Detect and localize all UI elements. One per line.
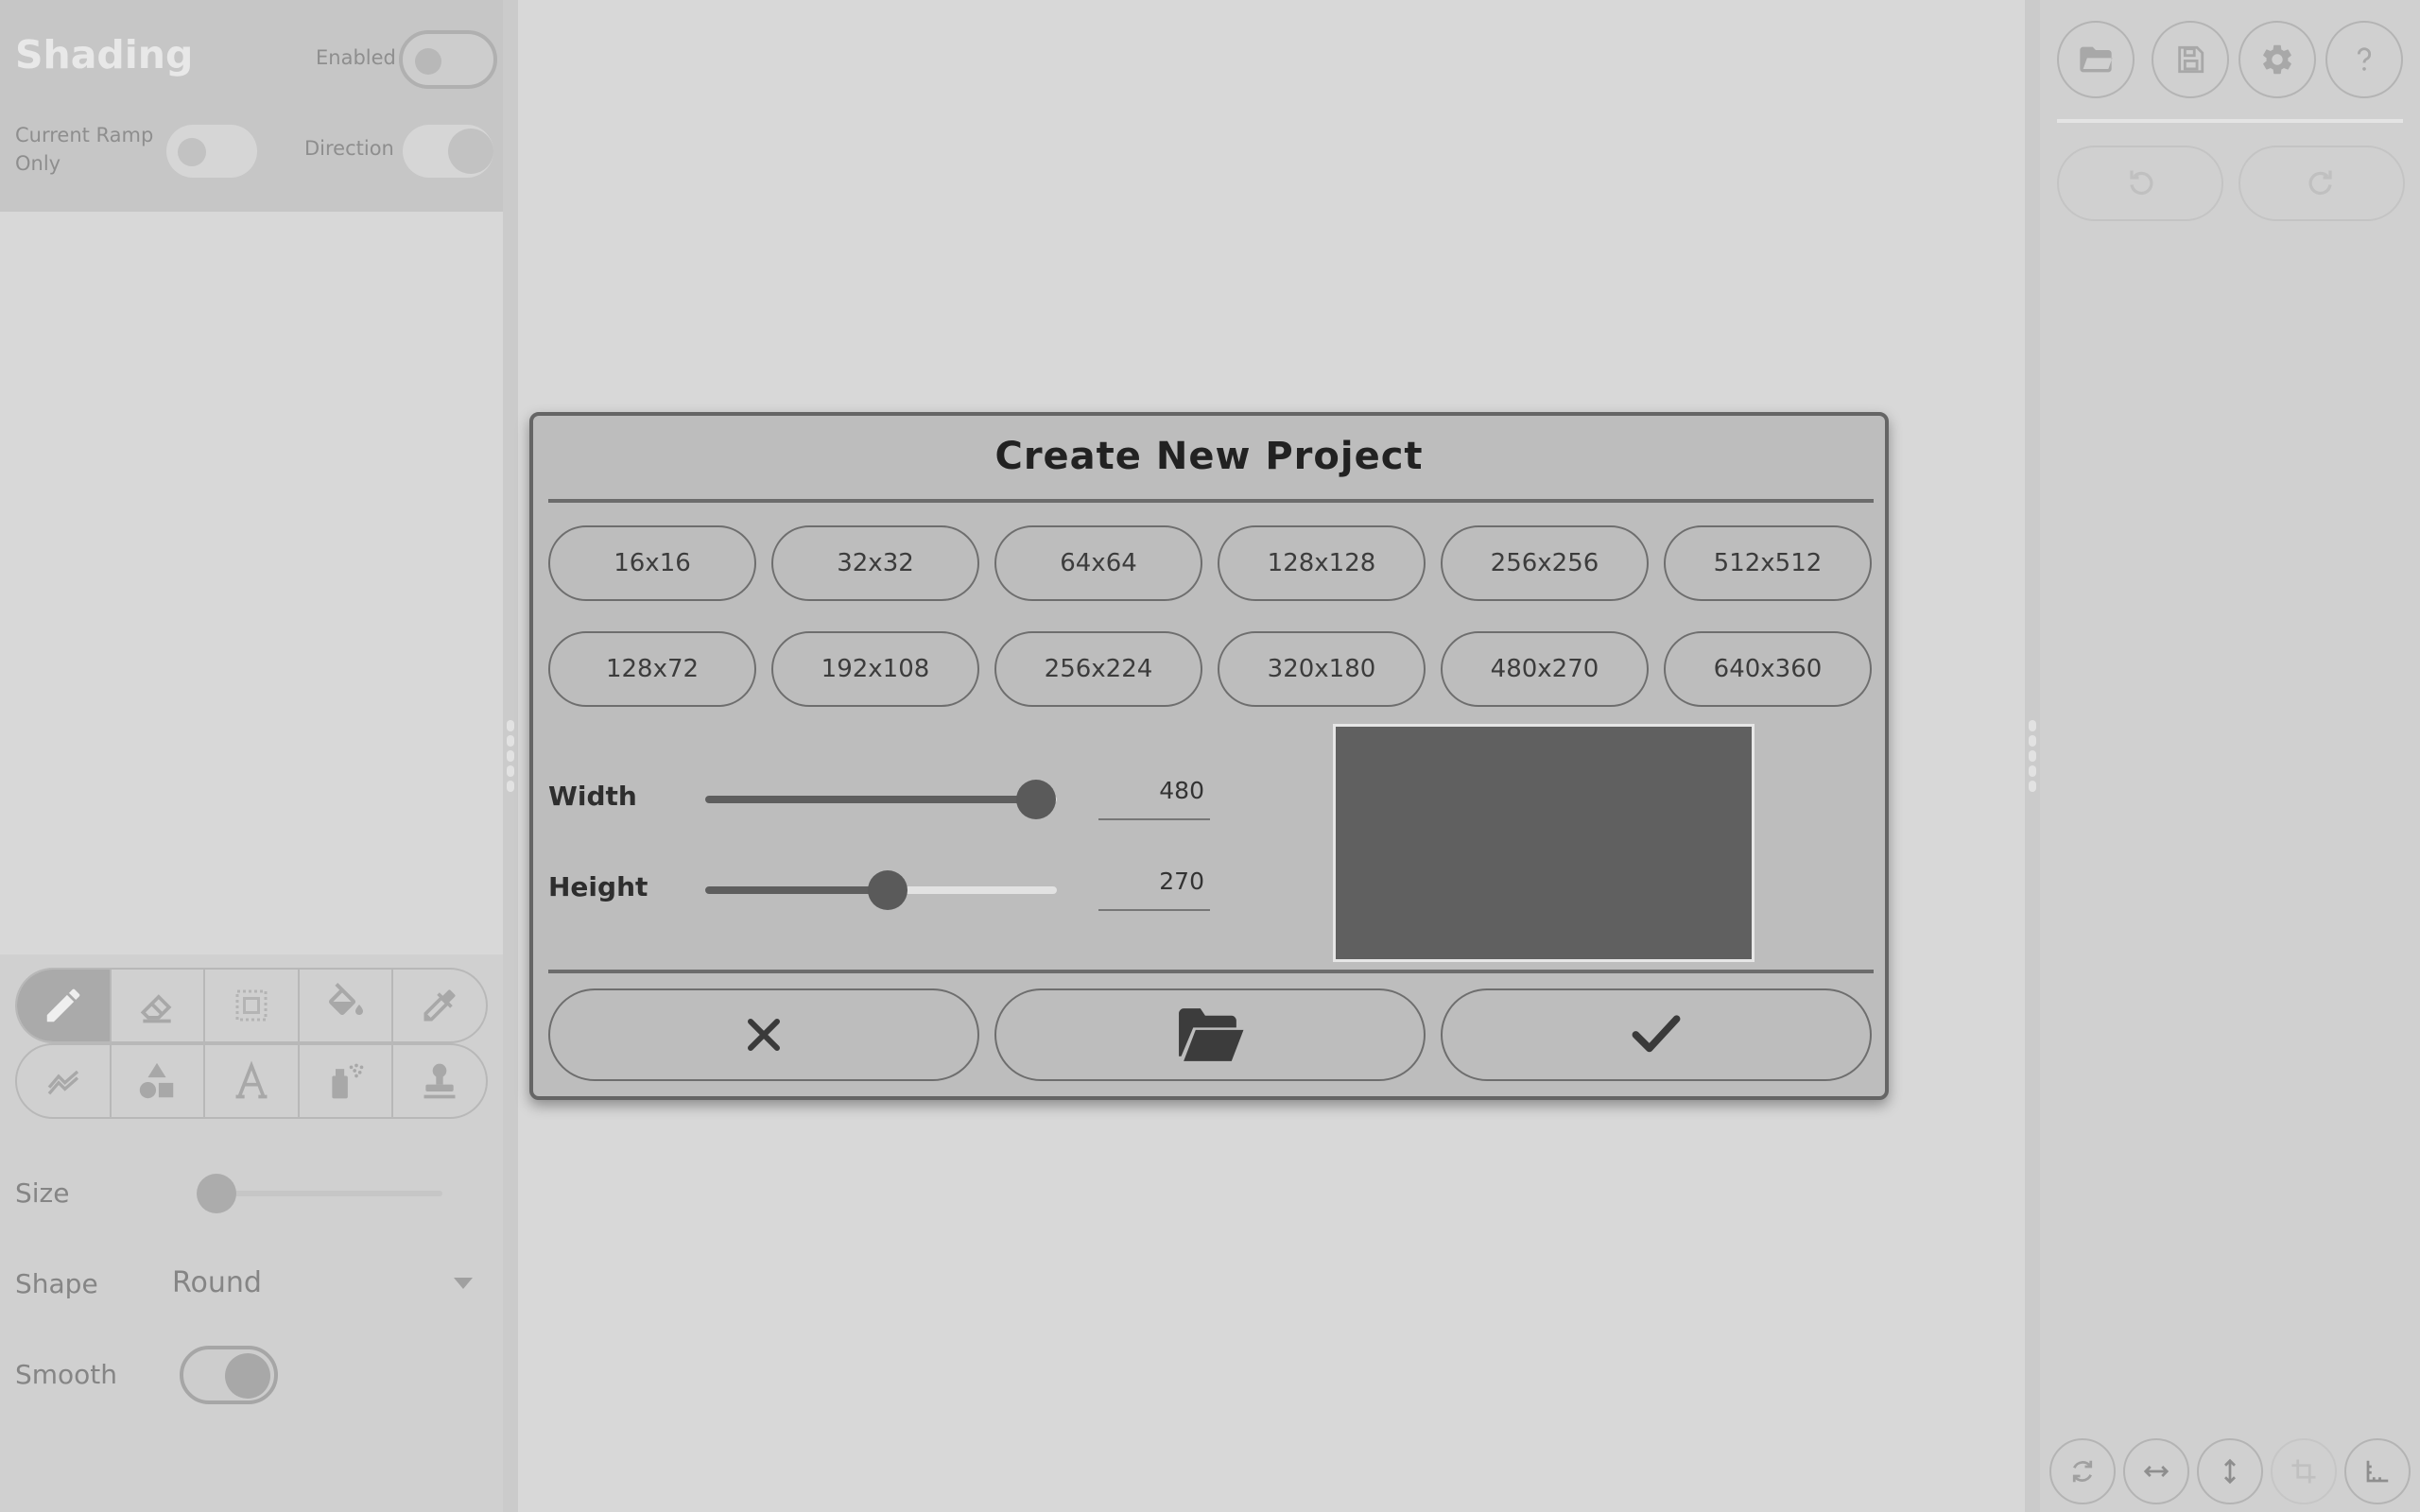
rotate-icon (2072, 1460, 2093, 1483)
save-icon (2178, 45, 2204, 74)
right-panel (2025, 0, 2420, 1512)
stamp-tool[interactable] (393, 1045, 486, 1117)
width-slider-knob[interactable] (1015, 780, 1056, 819)
open-file-button[interactable] (994, 988, 1426, 1081)
cancel-button[interactable] (548, 988, 979, 1081)
right-panel-divider (2057, 119, 2403, 123)
preset-256x224[interactable]: 256x224 (994, 631, 1202, 707)
rotate-button[interactable] (2049, 1438, 2116, 1504)
preset-128x72[interactable]: 128x72 (548, 631, 756, 707)
preset-16x16[interactable]: 16x16 (548, 525, 756, 601)
size-slider-track[interactable] (216, 1191, 442, 1196)
text-tool[interactable] (205, 1045, 300, 1117)
crop-icon (2291, 1459, 2316, 1484)
ruler-icon (2366, 1460, 2389, 1483)
shape-dropdown[interactable]: Round (172, 1266, 262, 1299)
tool-row-2 (15, 1043, 488, 1119)
direction-label: Direction (304, 137, 394, 160)
preset-192x108[interactable]: 192x108 (771, 631, 979, 707)
shape-label: Shape (15, 1268, 98, 1299)
layers-area (0, 212, 503, 954)
text-icon (235, 1060, 268, 1099)
left-panel-splitter[interactable] (503, 0, 518, 1512)
size-slider-knob[interactable] (197, 1174, 236, 1213)
tool-row-1 (15, 968, 488, 1043)
height-slider-knob[interactable] (868, 870, 908, 910)
shading-title: Shading (15, 32, 194, 77)
stamp-icon (424, 1063, 456, 1099)
cancel-x-icon (748, 1019, 780, 1051)
shapes-icon (140, 1062, 174, 1099)
open-folder-icon (1179, 1008, 1244, 1061)
pencil-icon (46, 988, 80, 1022)
dialog-bottom-divider (548, 970, 1874, 973)
redo-button[interactable] (2238, 146, 2405, 221)
current-ramp-label-line1: Current Ramp (15, 124, 154, 146)
preset-640x360[interactable]: 640x360 (1664, 631, 1872, 707)
shapes-tool[interactable] (112, 1045, 206, 1117)
preset-256x256[interactable]: 256x256 (1441, 525, 1649, 601)
help-question-icon (2357, 47, 2372, 71)
shading-panel: Shading Enabled Current Ramp Only Direct… (0, 0, 503, 212)
save-project-button[interactable] (2152, 21, 2229, 98)
height-label: Height (548, 871, 648, 902)
current-ramp-label-line2: Only (15, 152, 61, 175)
enabled-label: Enabled (316, 46, 396, 69)
left-panel: Shading Enabled Current Ramp Only Direct… (0, 0, 503, 1512)
preset-512x512[interactable]: 512x512 (1664, 525, 1872, 601)
preset-480x270[interactable]: 480x270 (1441, 631, 1649, 707)
open-folder-icon (2080, 46, 2113, 73)
size-label: Size (15, 1177, 70, 1209)
height-input[interactable]: 270 (1098, 868, 1210, 911)
preset-320x180[interactable]: 320x180 (1218, 631, 1426, 707)
right-panel-splitter[interactable] (2025, 0, 2040, 1512)
shading-icon (47, 1070, 78, 1095)
help-button[interactable] (2325, 21, 2403, 98)
preset-32x32[interactable]: 32x32 (771, 525, 979, 601)
dialog-title: Create New Project (994, 435, 1424, 478)
dialog-top-divider (548, 499, 1874, 503)
bucket-fill-icon (328, 983, 363, 1015)
selection-icon (235, 989, 268, 1022)
spray-tool[interactable] (300, 1045, 394, 1117)
redo-icon (2308, 170, 2332, 196)
shading-enabled-toggle[interactable] (399, 30, 497, 89)
direction-toggle[interactable] (403, 125, 493, 178)
settings-gear-icon (2263, 44, 2291, 75)
bucket-fill-tool[interactable] (300, 970, 394, 1041)
settings-button[interactable] (2238, 21, 2316, 98)
dropdown-arrow-icon[interactable] (454, 1278, 473, 1289)
width-label: Width (548, 781, 637, 812)
create-project-dialog: Create New Project 16x16 32x32 64x64 128… (529, 412, 1889, 1100)
preset-64x64[interactable]: 64x64 (994, 525, 1202, 601)
eraser-icon (141, 994, 172, 1023)
confirm-check-icon (1632, 1015, 1681, 1053)
width-slider-track[interactable] (705, 796, 1057, 803)
flip-vertical-button[interactable] (2197, 1438, 2263, 1504)
flip-horizontal-button[interactable] (2123, 1438, 2189, 1504)
open-project-button[interactable] (2057, 21, 2135, 98)
height-slider-fill (705, 886, 889, 894)
pencil-tool[interactable] (17, 970, 112, 1041)
ruler-button[interactable] (2344, 1438, 2411, 1504)
width-input[interactable]: 480 (1098, 777, 1210, 820)
confirm-button[interactable] (1441, 988, 1872, 1081)
crop-button[interactable] (2271, 1438, 2337, 1504)
eyedropper-icon (424, 989, 456, 1022)
smooth-toggle[interactable] (180, 1346, 278, 1404)
flip-horizontal-icon (2143, 1466, 2169, 1477)
current-ramp-only-toggle[interactable] (166, 125, 257, 178)
undo-icon (2130, 170, 2153, 196)
eraser-tool[interactable] (112, 970, 206, 1041)
flip-vertical-icon (2224, 1458, 2236, 1485)
eyedropper-tool[interactable] (393, 970, 486, 1041)
smooth-label: Smooth (15, 1359, 118, 1390)
spray-icon (331, 1063, 363, 1099)
preset-128x128[interactable]: 128x128 (1218, 525, 1426, 601)
selection-tool[interactable] (205, 970, 300, 1041)
undo-button[interactable] (2057, 146, 2223, 221)
width-slider-fill (705, 796, 1036, 803)
shading-tool[interactable] (17, 1045, 112, 1117)
canvas-preview (1333, 724, 1754, 962)
